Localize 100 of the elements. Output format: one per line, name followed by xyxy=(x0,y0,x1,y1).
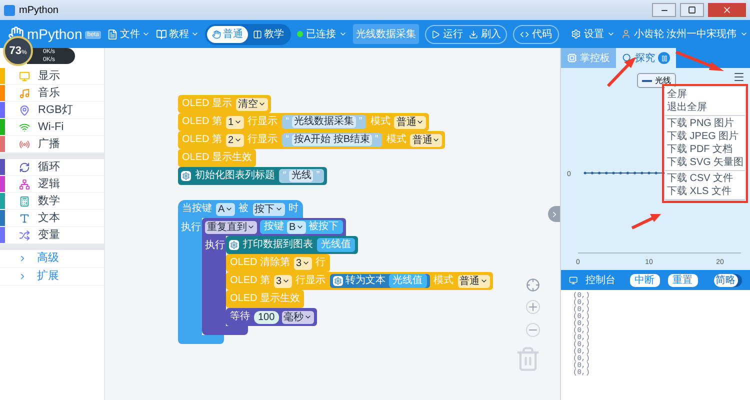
pause-icon[interactable] xyxy=(658,52,670,64)
block-dropdown[interactable]: 2 xyxy=(226,134,244,146)
mode-tab[interactable]: 教学 xyxy=(248,26,289,42)
string-input[interactable]: 光线数据采集 xyxy=(292,116,356,128)
wifi-icon xyxy=(19,122,30,132)
menu-item[interactable]: 下载 PNG 图片 xyxy=(665,117,745,130)
number-input[interactable]: 100 xyxy=(254,310,279,324)
caret-icon xyxy=(416,118,424,126)
console-title: 控制台 xyxy=(586,274,616,288)
menu-item[interactable]: 全屏 xyxy=(665,88,745,101)
block-label: OLED 显示生效 xyxy=(181,151,254,165)
annotation-arrow xyxy=(675,50,724,71)
block-dropdown[interactable]: A xyxy=(216,202,235,216)
legend-item[interactable]: 光线 xyxy=(637,73,676,88)
block-label: 打印数据到图表 xyxy=(242,238,314,252)
book-icon xyxy=(156,28,167,40)
category-item[interactable]: 显示 xyxy=(0,68,104,85)
caret-icon xyxy=(142,30,150,38)
block-dropdown[interactable]: 毫秒 xyxy=(282,310,314,324)
code-button[interactable]: 代码 xyxy=(512,24,559,44)
menu-button[interactable]: 教程 xyxy=(156,26,199,42)
music-note-icon xyxy=(19,88,30,98)
document-icon xyxy=(106,28,118,40)
string-input[interactable]: 按A开始 按B结束 xyxy=(292,134,372,146)
quote-mark: “ xyxy=(286,116,289,128)
action-button[interactable]: 运行 xyxy=(430,26,463,42)
block-dropdown[interactable]: 重复直到 xyxy=(205,220,257,234)
maximize-button[interactable] xyxy=(680,3,704,17)
block-dropdown[interactable]: 1 xyxy=(226,116,244,128)
console-button[interactable]: 中断 xyxy=(630,274,660,286)
calculator-icon xyxy=(19,196,30,206)
user-icon xyxy=(620,29,631,39)
trash-icon[interactable] xyxy=(515,346,541,372)
block-label: 模式 xyxy=(369,115,392,129)
menu-item[interactable]: 下载 CSV 文件 xyxy=(665,172,745,185)
block-dropdown[interactable]: 普通 xyxy=(394,116,426,128)
text-icon xyxy=(19,212,30,224)
block-dropdown[interactable]: 普通 xyxy=(410,134,442,146)
category-link[interactable]: 扩展 xyxy=(0,268,104,286)
caret-icon xyxy=(224,205,233,213)
close-icon xyxy=(722,5,732,15)
string-input[interactable]: 光线 xyxy=(289,170,314,182)
menu-icon[interactable] xyxy=(733,71,745,83)
category-item[interactable]: 变量 xyxy=(0,227,104,244)
console-icon xyxy=(569,274,578,286)
block-dropdown[interactable]: 普通 xyxy=(458,274,490,288)
block-label: 转为文本 xyxy=(344,274,387,288)
category-item[interactable]: RGB灯 xyxy=(0,102,104,119)
menu-item[interactable]: 下载 XLS 文件 xyxy=(665,185,745,198)
block-label: 按键 xyxy=(263,220,285,234)
center-icon[interactable] xyxy=(526,278,540,292)
block-dropdown[interactable]: 清空 xyxy=(236,98,268,110)
category-item[interactable]: Wi-Fi xyxy=(0,119,104,136)
menu-item[interactable]: 退出全屏 xyxy=(665,101,745,114)
network-icon xyxy=(19,178,30,190)
mode-switch[interactable]: 简略 xyxy=(714,274,742,286)
block-dropdown[interactable]: 按下 xyxy=(252,202,285,216)
caret-icon xyxy=(296,223,304,231)
block-dropdown[interactable]: B xyxy=(287,220,306,234)
zoom-out-icon[interactable] xyxy=(526,323,540,337)
menu-button[interactable]: 文件 xyxy=(106,26,150,42)
settings-button[interactable]: 设置 xyxy=(570,26,615,42)
collapse-handle[interactable] xyxy=(548,206,560,222)
annotation-arrow xyxy=(631,214,661,230)
block-label: 模式 xyxy=(385,133,408,147)
menu-item[interactable]: 下载 PDF 文档 xyxy=(665,143,745,156)
panel-tab[interactable]: 探究 xyxy=(616,48,676,68)
category-item[interactable]: 广播 xyxy=(0,136,104,153)
caret-icon xyxy=(432,136,440,144)
gear-icon xyxy=(229,240,239,250)
block-dropdown[interactable]: 3 xyxy=(294,256,312,270)
usage-percent: 73 xyxy=(9,44,22,59)
category-item[interactable]: 数学 xyxy=(0,193,104,210)
block-dropdown[interactable]: 3 xyxy=(274,274,292,288)
refresh-icon xyxy=(19,162,30,172)
caret-icon xyxy=(740,30,748,38)
block-label: 行 xyxy=(314,256,327,270)
block-label: 等待 xyxy=(229,310,251,324)
user-menu[interactable]: 小齿轮 汝州一中宋现伟 xyxy=(620,26,748,42)
category-item[interactable]: 逻辑 xyxy=(0,176,104,193)
shuffle-icon xyxy=(19,230,30,240)
mode-tab[interactable]: 普通 xyxy=(206,26,248,42)
block-label: 行显示 xyxy=(246,133,279,147)
gear-icon xyxy=(181,171,191,181)
category-link[interactable]: 高级 xyxy=(0,250,104,268)
menu-item[interactable]: 下载 SVG 矢量图 xyxy=(665,156,745,169)
category-item[interactable]: 音乐 xyxy=(0,85,104,102)
block-label: OLED 显示 xyxy=(181,97,234,111)
category-item[interactable]: 循环 xyxy=(0,159,104,176)
connection-status[interactable]: 已连接 xyxy=(296,26,347,42)
zoom-in-icon[interactable] xyxy=(526,300,540,314)
category-item[interactable]: 文本 xyxy=(0,210,104,227)
console-button[interactable]: 重置 xyxy=(668,274,698,286)
action-button[interactable]: 刷入 xyxy=(468,26,501,42)
block-label: OLED 第 xyxy=(181,133,224,147)
quote-mark: ” xyxy=(375,134,378,146)
window-title: mPython xyxy=(19,4,58,18)
menu-item[interactable]: 下载 JPEG 图片 xyxy=(665,130,745,143)
block-label: 行显示 xyxy=(294,274,327,288)
block-label: OLED 第 xyxy=(229,274,272,288)
